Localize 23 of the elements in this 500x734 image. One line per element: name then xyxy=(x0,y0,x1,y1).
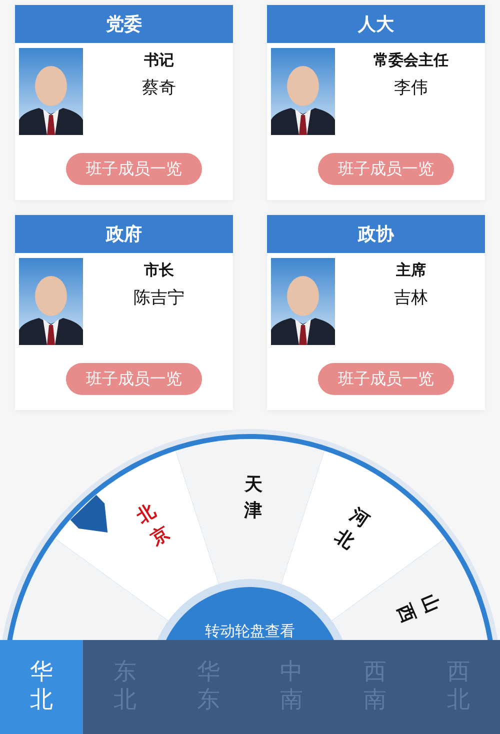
leader-name: 李伟 xyxy=(394,77,428,99)
card-title: 人大 xyxy=(267,5,485,43)
leader-role: 主席 xyxy=(396,261,426,280)
city-label[interactable]: 河北 xyxy=(331,504,373,554)
card-title: 党委 xyxy=(15,5,233,43)
pointer-icon xyxy=(70,494,108,533)
members-button[interactable]: 班子成员一览 xyxy=(318,153,454,185)
leader-name: 吉林 xyxy=(394,287,428,309)
wheel-hint: 转动轮盘查看 xyxy=(205,622,295,640)
city-label[interactable]: 北京 xyxy=(133,500,174,550)
members-button[interactable]: 班子成员一览 xyxy=(66,363,202,395)
leader-role: 市长 xyxy=(144,261,174,280)
city-label[interactable]: 山西 xyxy=(392,591,444,626)
card-title: 政协 xyxy=(267,215,485,253)
leader-name: 蔡奇 xyxy=(142,77,176,99)
leader-role: 常委会主任 xyxy=(374,51,448,70)
leader-role: 书记 xyxy=(144,51,174,70)
region-tab[interactable]: 华北 xyxy=(0,640,84,734)
city-label[interactable]: 天津 xyxy=(244,474,263,522)
members-button[interactable]: 班子成员一览 xyxy=(318,363,454,395)
card-title: 政府 xyxy=(15,215,233,253)
leader-name: 陈吉宁 xyxy=(134,287,184,309)
members-button[interactable]: 班子成员一览 xyxy=(66,153,202,185)
